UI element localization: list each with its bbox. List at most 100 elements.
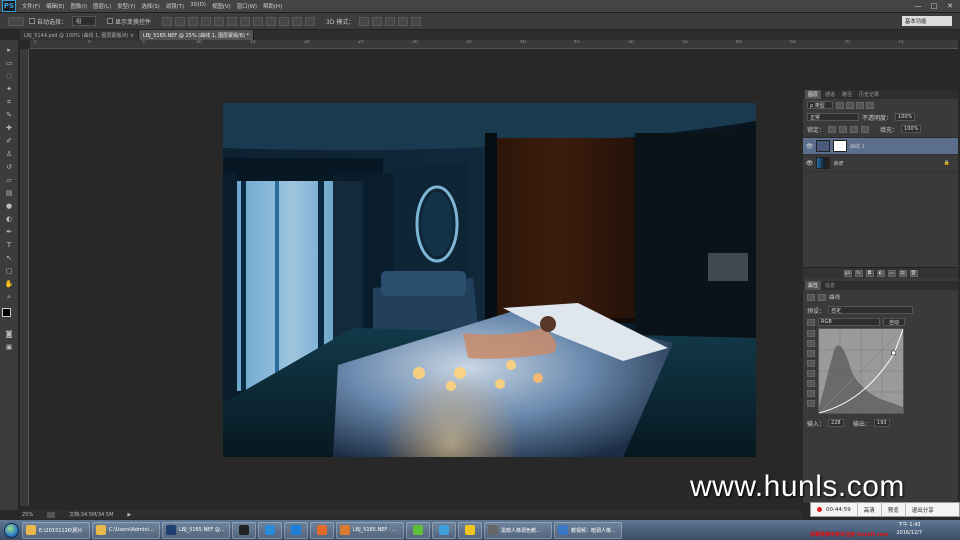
maximize-button[interactable]: □ — [928, 1, 940, 11]
input-value-field[interactable]: 228 — [828, 419, 845, 427]
align-icon[interactable] — [305, 16, 316, 26]
lock-all-icon[interactable] — [861, 125, 870, 133]
taskbar-item[interactable] — [310, 521, 334, 539]
show-transform-checkbox[interactable]: 显示变换控件 — [107, 17, 151, 26]
3d-mode-icon[interactable] — [372, 16, 383, 26]
blur-tool-icon[interactable]: ● — [3, 200, 16, 212]
close-button[interactable]: ✕ — [944, 1, 956, 11]
align-icon[interactable] — [188, 16, 199, 26]
align-icon[interactable] — [292, 16, 303, 26]
layers-panel-tab[interactable]: 图层 — [805, 90, 822, 99]
minimize-button[interactable]: — — [912, 1, 924, 11]
brush-tool-icon[interactable]: ✐ — [3, 135, 16, 147]
foreground-color-swatch[interactable] — [2, 308, 11, 317]
menu-item[interactable]: 窗口(W) — [234, 2, 260, 10]
preset-dropdown[interactable]: 自定 — [828, 306, 914, 314]
start-button[interactable] — [0, 520, 22, 540]
eyedropper-black-icon[interactable] — [807, 340, 815, 347]
preview-button[interactable]: 预览 — [880, 502, 905, 517]
smooth-icon[interactable] — [807, 390, 815, 397]
taskbar-item[interactable]: 黑暗人像调色教... — [484, 521, 552, 539]
exit-share-button[interactable]: 退出分享 — [904, 502, 940, 517]
auto-button[interactable]: 自动 — [883, 318, 905, 326]
layers-panel-tab[interactable]: 通道 — [822, 90, 838, 99]
taskbar-item[interactable] — [458, 521, 482, 539]
auto-select-dropdown[interactable]: 组 — [72, 16, 97, 26]
layers-footer-icon[interactable]: ◐ — [876, 269, 885, 277]
menu-item[interactable]: 帮助(H) — [260, 2, 285, 10]
3d-mode-icon[interactable] — [385, 16, 396, 26]
lock-transparent-icon[interactable] — [828, 125, 837, 133]
taskbar-item[interactable] — [284, 521, 308, 539]
3d-mode-icon[interactable] — [411, 16, 422, 26]
crop-tool-icon[interactable]: ⌗ — [3, 96, 16, 108]
curve-point-tool-icon[interactable] — [807, 330, 815, 337]
visibility-eye-icon[interactable]: 👁 — [806, 160, 814, 167]
quick-mask-icon[interactable]: ◙ — [3, 328, 16, 340]
layers-footer-icon[interactable]: ɡɑ — [843, 269, 852, 277]
curve-point[interactable] — [891, 350, 896, 356]
taskbar-item[interactable] — [432, 521, 456, 539]
properties-panel-tab[interactable]: 信息 — [822, 281, 838, 290]
move-tool-icon[interactable]: ▸ — [3, 44, 16, 56]
mask-icon[interactable] — [818, 293, 826, 301]
menu-item[interactable]: 图像(I) — [68, 2, 91, 10]
document-tab[interactable]: LBJ_5144.psd @ 100% (曲线 1, 图层蒙版/8) × — [20, 30, 140, 40]
filter-adjust-icon[interactable] — [846, 101, 854, 109]
taskbar-item[interactable]: LBJ_5165.NEF @... — [162, 521, 230, 539]
taskbar-item[interactable] — [232, 521, 256, 539]
layers-footer-icon[interactable]: 🗑 — [909, 269, 918, 277]
menu-item[interactable]: 视图(V) — [209, 2, 234, 10]
menu-item[interactable]: 编辑(E) — [43, 2, 67, 10]
menu-item[interactable]: 文件(F) — [19, 2, 43, 10]
align-icon[interactable] — [279, 16, 290, 26]
layers-footer-icon[interactable]: fx — [854, 269, 863, 277]
channel-dropdown[interactable]: RGB — [818, 318, 880, 326]
output-value-field[interactable]: 193 — [874, 419, 891, 427]
layers-footer-icon[interactable]: ◘ — [865, 269, 874, 277]
taskbar-item[interactable] — [258, 521, 282, 539]
lock-move-icon[interactable] — [850, 125, 859, 133]
taskbar-item[interactable]: C:\Users\Admini... — [92, 521, 160, 539]
layers-panel-tab[interactable]: 历史记录 — [856, 90, 882, 99]
align-icon[interactable] — [227, 16, 238, 26]
align-icon[interactable] — [162, 16, 173, 26]
properties-panel-tab[interactable]: 属性 — [805, 281, 822, 290]
taskbar-item[interactable] — [406, 521, 430, 539]
color-swatches[interactable] — [2, 308, 16, 322]
layer-background[interactable]: 👁 背景 🔒 — [803, 155, 958, 172]
layers-footer-icon[interactable]: ▭ — [887, 269, 896, 277]
menu-item[interactable]: 3D(D) — [187, 2, 209, 10]
screen-mode-icon[interactable]: ▣ — [3, 341, 16, 353]
eyedropper-white-icon[interactable] — [807, 360, 815, 367]
taskbar-item[interactable]: LBJ_5165.NEF - ... — [336, 521, 404, 539]
align-icon[interactable] — [240, 16, 251, 26]
healing-tool-icon[interactable]: ✚ — [3, 122, 16, 134]
align-icon[interactable] — [201, 16, 212, 26]
align-icon[interactable] — [266, 16, 277, 26]
filter-type-icon[interactable] — [856, 101, 864, 109]
dodge-tool-icon[interactable]: ◐ — [3, 213, 16, 225]
clone-stamp-tool-icon[interactable]: ♙ — [3, 148, 16, 160]
clock[interactable]: 下午 1:43 2016/12/7 — [896, 521, 922, 537]
layers-panel-tab[interactable]: 路径 — [839, 90, 855, 99]
align-icon[interactable] — [214, 16, 225, 26]
menu-item[interactable]: 选择(S) — [138, 2, 162, 10]
curve-edit-icon[interactable] — [807, 370, 815, 377]
menu-item[interactable]: 类型(Y) — [114, 2, 138, 10]
path-select-tool-icon[interactable]: ↖ — [3, 252, 16, 264]
zoom-level[interactable]: 25% — [22, 512, 33, 518]
warning-icon[interactable] — [807, 400, 815, 407]
menu-item[interactable]: 滤镜(T) — [163, 2, 187, 10]
opacity-input[interactable]: 100% — [895, 113, 916, 121]
3d-mode-icon[interactable] — [359, 16, 370, 26]
pencil-icon[interactable] — [807, 380, 815, 387]
eyedropper-gray-icon[interactable] — [807, 350, 815, 357]
layer-mask-thumbnail[interactable] — [833, 140, 847, 152]
blend-mode-dropdown[interactable]: 正常 — [807, 113, 859, 121]
layers-footer-icon[interactable]: ▤ — [898, 269, 907, 277]
marquee-tool-icon[interactable]: ▭ — [3, 57, 16, 69]
zoom-tool-icon[interactable]: ⌕ — [3, 291, 16, 303]
align-icon[interactable] — [253, 16, 264, 26]
history-brush-tool-icon[interactable]: ↺ — [3, 161, 16, 173]
